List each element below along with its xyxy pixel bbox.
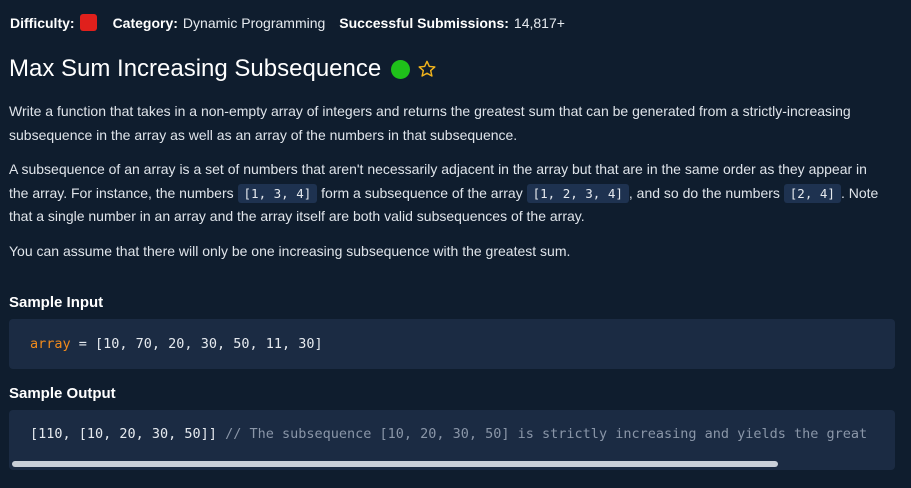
sample-output-code-block: [110, [10, 20, 30, 50]] // The subsequen…	[9, 410, 895, 470]
description-paragraph-2: A subsequence of an array is a set of nu…	[9, 158, 889, 229]
submissions-value: 14,817+	[513, 14, 565, 31]
sample-input-code: array = [10, 70, 20, 30, 50, 11, 30]	[30, 336, 323, 352]
description-text: form a subsequence of the array	[317, 184, 527, 201]
code-value: [110, [10, 20, 30, 50]]	[30, 426, 217, 442]
problem-title-row: Max Sum Increasing Subsequence	[9, 55, 437, 83]
submissions-label: Successful Submissions:	[339, 14, 509, 31]
problem-meta-bar: Difficulty: Category: Dynamic Programmin…	[10, 14, 565, 31]
code-variable: array	[30, 336, 71, 352]
sample-output-code: [110, [10, 20, 30, 50]] // The subsequen…	[30, 426, 867, 442]
sample-input-code-block: array = [10, 70, 20, 30, 50, 11, 30]	[9, 319, 895, 369]
code-value: [10, 70, 20, 30, 50, 11, 30]	[95, 336, 323, 352]
inline-code: [2, 4]	[783, 183, 841, 203]
category-value: Dynamic Programming	[182, 14, 326, 31]
difficulty-label: Difficulty:	[10, 14, 75, 31]
description-text: , and so do the numbers	[628, 184, 784, 201]
sample-output-heading: Sample Output	[9, 385, 116, 402]
sample-input-heading: Sample Input	[9, 294, 104, 311]
code-comment: // The subsequence [10, 20, 30, 50] is s…	[216, 426, 868, 442]
favorite-star-icon[interactable]	[417, 59, 437, 79]
page-title: Max Sum Increasing Subsequence	[9, 55, 382, 82]
scrollbar-thumb[interactable]	[12, 461, 778, 467]
description-paragraph-3: You can assume that there will only be o…	[9, 243, 571, 259]
category-label: Category:	[112, 14, 178, 31]
inline-code: [1, 2, 3, 4]	[526, 183, 629, 203]
description-paragraph-1: Write a function that takes in a non-emp…	[9, 103, 851, 143]
horizontal-scrollbar[interactable]	[12, 461, 892, 467]
inline-code: [1, 3, 4]	[237, 183, 318, 203]
completed-status-icon	[391, 59, 411, 79]
code-operator: =	[70, 336, 96, 352]
difficulty-badge	[79, 14, 97, 31]
